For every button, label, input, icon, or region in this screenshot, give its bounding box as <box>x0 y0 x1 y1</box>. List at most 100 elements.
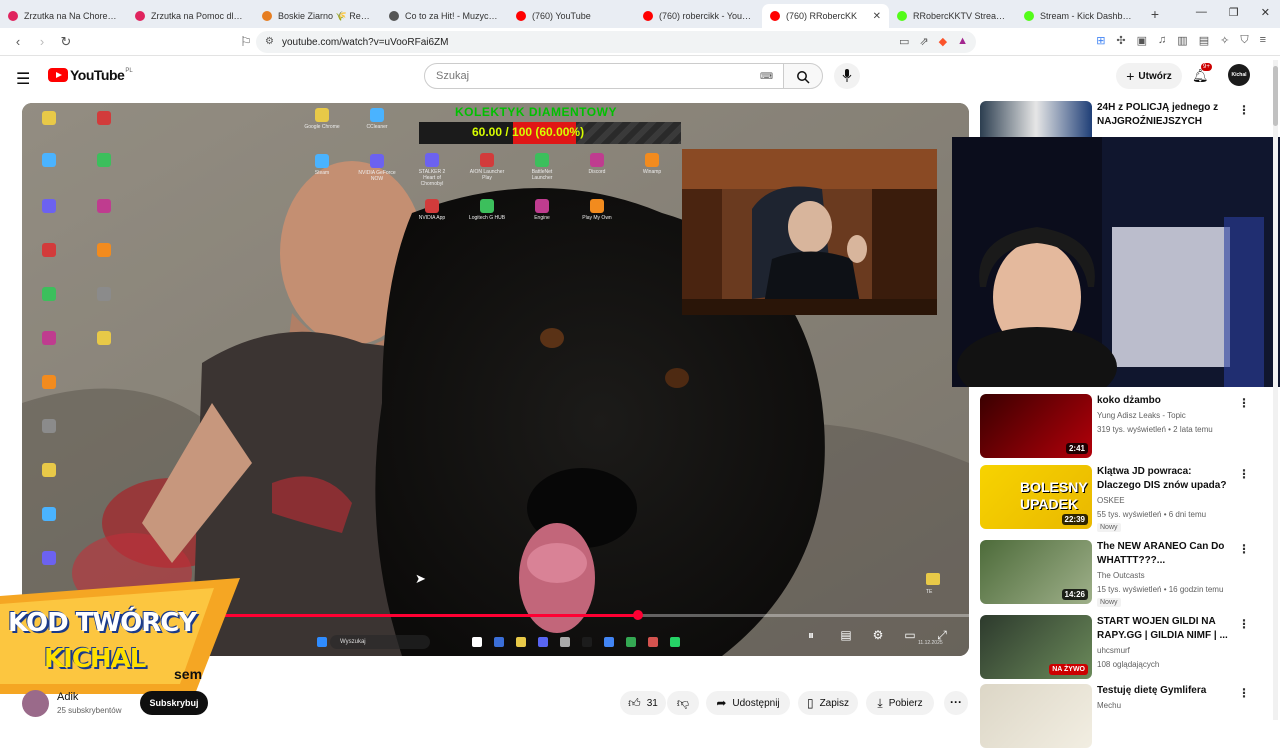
translate-icon[interactable]: ⊞ <box>1096 34 1105 47</box>
share-button[interactable]: ➦ Udostępnij <box>706 691 790 715</box>
dislike-button[interactable]: 👎︎ <box>667 691 699 715</box>
search-input[interactable]: Szukaj ⌨ <box>424 63 784 89</box>
screenshot-icon[interactable]: ▣ <box>1137 34 1147 47</box>
video-thumbnail[interactable] <box>980 684 1092 748</box>
miniplayer-icon[interactable]: ▭ <box>901 628 919 644</box>
video-thumbnail[interactable]: 14:26 <box>980 540 1092 604</box>
download-button[interactable]: ⤓ Pobierz <box>866 691 934 715</box>
related-video-item[interactable]: Testuję dietę Gymlifera Mechu ⋮ <box>980 684 1270 750</box>
channel-avatar[interactable] <box>22 690 49 717</box>
close-tab-icon[interactable]: ✕ <box>873 11 881 22</box>
browser-tab[interactable]: Co to za Hit! - Muzyczny <box>381 4 508 28</box>
video-thumbnail[interactable]: 2:41 <box>980 394 1092 458</box>
url-bar[interactable]: ⚙ youtube.com/watch?v=uVooRFai6ZM ▭ ⇗ ◆ … <box>256 31 976 53</box>
scrubber-handle[interactable] <box>632 610 643 620</box>
related-video-title[interactable]: koko dżambo <box>1097 394 1231 408</box>
close-window-icon[interactable]: ✕ <box>1261 6 1270 19</box>
leo-icon[interactable]: ✧ <box>1220 34 1229 47</box>
create-button[interactable]: + Utwórz <box>1116 63 1182 89</box>
related-video-title[interactable]: 24H z POLICJĄ jednego z NAJGROŹNIEJSZYCH… <box>1097 101 1231 129</box>
tab-favicon-icon <box>770 11 780 21</box>
fullscreen-icon[interactable]: ⤢ <box>933 628 951 644</box>
video-thumbnail[interactable]: BOLESNY UPADEK 22:39 <box>980 465 1092 529</box>
related-video-title[interactable]: The NEW ARANEO Can Do WHATTT???... <box>1097 540 1231 568</box>
related-video-item[interactable]: 2:41 koko dżambo Yung Adisz Leaks - Topic 3… <box>980 394 1270 460</box>
related-video-item[interactable]: BOLESNY UPADEK 22:39 Klątwa JD powraca: Dl… <box>980 465 1270 532</box>
address-bar-row: ‹ › ↻ ⚐ ⚙ youtube.com/watch?v=uVooRFai6Z… <box>0 28 1280 56</box>
kebab-menu-icon[interactable]: ⋮ <box>1238 542 1250 556</box>
bookmark-icon[interactable]: ⚐ <box>236 34 256 50</box>
page-scrollbar[interactable] <box>1273 60 1278 720</box>
related-video-channel[interactable]: Yung Adisz Leaks - Topic <box>1097 411 1186 420</box>
site-info-icon[interactable]: ⚙ <box>265 36 274 47</box>
sidebar-icon[interactable]: ▥ <box>1177 34 1187 47</box>
minimize-icon[interactable]: — <box>1196 6 1207 19</box>
browser-tab[interactable]: Zrzutka na Na Chore Osob <box>0 4 127 28</box>
new-tab-button[interactable]: + <box>1143 6 1167 22</box>
video-duration: 2:41 <box>1065 443 1088 454</box>
search-button[interactable] <box>783 63 823 89</box>
keyboard-icon[interactable]: ⌨ <box>760 71 773 82</box>
kebab-menu-icon[interactable]: ⋮ <box>1238 396 1250 410</box>
related-video-meta: 55 tys. wyświetleń • 6 dni temu <box>1097 510 1207 519</box>
related-video-meta: 108 oglądających <box>1097 660 1160 669</box>
related-video-channel[interactable]: The Outcasts <box>1097 571 1145 580</box>
related-video-title[interactable]: Testuję dietę Gymlifera <box>1097 684 1231 698</box>
related-video-channel[interactable]: Mechu <box>1097 701 1121 710</box>
share-arrow-icon: ➦ <box>716 696 727 710</box>
restore-icon[interactable]: ❐ <box>1229 6 1239 19</box>
related-video-channel[interactable]: OSKEE <box>1097 496 1125 505</box>
subscribe-button[interactable]: Subskrybuj <box>140 691 208 715</box>
browser-tab[interactable]: Stream - Kick Dashboard <box>1016 4 1143 28</box>
brave-shield-icon[interactable]: ◆ <box>939 35 947 48</box>
channel-name[interactable]: Adik <box>57 691 78 703</box>
related-video-item[interactable]: NA ŻYWO START WOJEN GILDI NA RAPY.GG | GI… <box>980 615 1270 681</box>
related-video-title[interactable]: Klątwa JD powraca: Dlaczego DIS znów upa… <box>1097 465 1231 493</box>
related-video-channel[interactable]: uhcsmurf <box>1097 646 1130 655</box>
wallet-icon[interactable]: ▤ <box>1199 34 1209 47</box>
browser-tab[interactable]: (760) robercikk - YouTube <box>635 4 762 28</box>
pause-icon[interactable]: ⏸ <box>802 628 820 644</box>
forward-icon[interactable]: › <box>32 34 52 49</box>
share-icon[interactable]: ⇗ <box>919 35 928 48</box>
taskbar-app-icon <box>582 637 592 647</box>
youtube-logo[interactable]: YouTube PL <box>48 67 133 83</box>
new-badge: Nowy <box>1097 523 1121 532</box>
video-thumbnail[interactable]: NA ŻYWO <box>980 615 1092 679</box>
browser-tab[interactable]: RRobercKKTV Stream - W <box>889 4 1016 28</box>
cast-icon[interactable]: ▭ <box>899 35 909 48</box>
guide-menu-icon[interactable]: ☰ <box>16 69 30 89</box>
kebab-menu-icon[interactable]: ⋮ <box>1238 617 1250 631</box>
voice-search-button[interactable] <box>834 63 860 89</box>
settings-gear-icon[interactable]: ⚙ <box>869 628 887 644</box>
browser-tab[interactable]: (760) YouTube <box>508 4 635 28</box>
desktop-app-icon <box>42 463 56 477</box>
tab-favicon-icon <box>262 11 272 21</box>
kebab-menu-icon[interactable]: ⋮ <box>1238 103 1250 117</box>
desktop-app-icon <box>535 199 549 213</box>
vpn-icon[interactable]: ⛉ <box>1240 34 1248 47</box>
subtitles-icon[interactable]: ▤ <box>837 628 855 644</box>
notifications-button[interactable]: 🔔︎ 9+ <box>1192 63 1212 84</box>
tab-title: (760) robercikk - YouTube <box>659 11 754 21</box>
creator-code-banner: KOD TWÓRCY KICHAL <box>0 578 240 694</box>
back-icon[interactable]: ‹ <box>8 34 28 49</box>
related-video-title[interactable]: START WOJEN GILDI NA RAPY.GG | GILDIA NI… <box>1097 615 1231 643</box>
reload-icon[interactable]: ↻ <box>56 34 76 50</box>
save-button[interactable]: ▯ Zapisz <box>798 691 858 715</box>
related-video-item[interactable]: 14:26 The NEW ARANEO Can Do WHATTT???... T… <box>980 540 1270 607</box>
scrollbar-thumb[interactable] <box>1273 66 1278 126</box>
more-actions-icon[interactable]: ··· <box>944 691 968 715</box>
kebab-menu-icon[interactable]: ⋮ <box>1238 686 1250 700</box>
music-icon[interactable]: ♫ <box>1158 34 1166 47</box>
browser-tab[interactable]: (760) RRobercKK ✕ <box>762 4 889 28</box>
browser-tab[interactable]: Zrzutka na Pomoc dla Mał <box>127 4 254 28</box>
puzzle-icon[interactable]: ✣ <box>1116 34 1125 47</box>
video-player[interactable]: Google Chrome CCleaner STALKER 2 Heart of … <box>22 103 969 656</box>
account-avatar[interactable]: Kichal <box>1228 64 1250 86</box>
brave-rewards-icon[interactable]: ▲ <box>957 35 968 48</box>
like-button[interactable]: 👍︎ 31 <box>620 691 666 715</box>
kebab-menu-icon[interactable]: ⋮ <box>1238 467 1250 481</box>
browser-tab[interactable]: Boskie Ziarno 🌾 Rekordy <box>254 4 381 28</box>
menu-icon[interactable]: ≡ <box>1260 34 1266 47</box>
